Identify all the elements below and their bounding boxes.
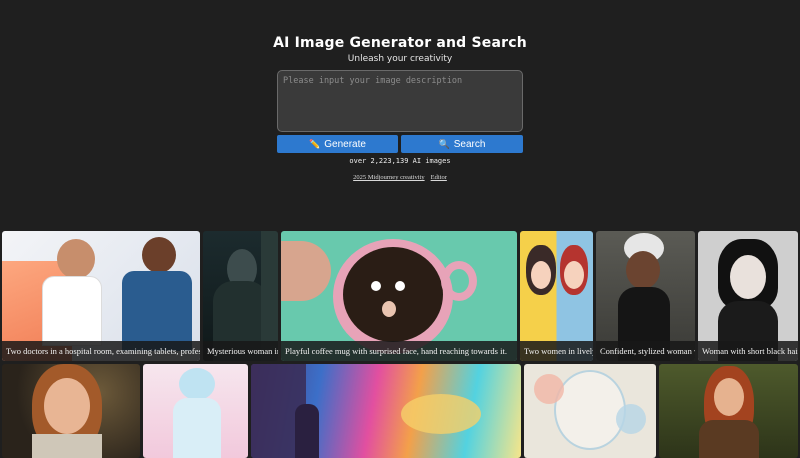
footer-links: 2025 Midjourney creativity Editor xyxy=(0,174,800,181)
image-shape xyxy=(626,251,660,289)
image-shape xyxy=(395,281,405,291)
image-shape xyxy=(730,255,766,299)
image-shape xyxy=(699,420,759,458)
gallery-card-floral-girl[interactable] xyxy=(524,364,656,458)
image-shape xyxy=(343,247,443,342)
image-shape xyxy=(401,394,481,434)
editor-link[interactable]: Editor xyxy=(431,174,447,181)
gallery-caption: Two women in lively xyxy=(520,341,593,361)
image-shape xyxy=(554,370,626,450)
gallery-card-smiling-woman[interactable] xyxy=(2,364,140,458)
image-shape xyxy=(295,404,319,458)
image-shape xyxy=(173,398,221,458)
gallery-card-two-women[interactable]: Two women in lively xyxy=(520,231,593,361)
pencil-icon: ✏️ xyxy=(309,138,321,149)
gallery-caption: Playful coffee mug with surprised face, … xyxy=(281,341,517,361)
gallery-card-black-hair-woman[interactable]: Woman with short black hair xyxy=(698,231,798,361)
image-shape xyxy=(57,239,95,279)
image-shape xyxy=(531,261,551,289)
gallery-caption: Mysterious woman in xyxy=(203,341,278,361)
creativity-link[interactable]: 2025 Midjourney creativity xyxy=(353,174,424,181)
generate-button[interactable]: ✏️ Generate xyxy=(277,135,398,153)
gallery-caption: Two doctors in a hospital room, examinin… xyxy=(2,341,200,361)
image-shape xyxy=(714,378,744,416)
gallery-card-red-hair-warrior[interactable] xyxy=(659,364,798,458)
image-shape xyxy=(42,276,102,346)
image-shape xyxy=(32,434,102,458)
gallery-caption: Woman with short black hair xyxy=(698,341,798,361)
gallery-card-stylized-woman[interactable]: Confident, stylized woman w xyxy=(596,231,695,361)
image-shape xyxy=(616,404,646,434)
image-shape xyxy=(179,368,215,400)
gallery-card-doctors[interactable]: Two doctors in a hospital room, examinin… xyxy=(2,231,200,361)
image-shape xyxy=(44,378,90,434)
page-title: AI Image Generator and Search xyxy=(273,35,527,51)
image-shape xyxy=(441,261,477,301)
search-button-label: Search xyxy=(453,138,486,150)
search-button[interactable]: 🔍 Search xyxy=(401,135,523,153)
image-shape xyxy=(122,271,192,351)
image-shape xyxy=(534,374,564,404)
image-shape xyxy=(371,281,381,291)
gallery-card-robot-toy[interactable] xyxy=(143,364,248,458)
generate-button-label: Generate xyxy=(324,138,366,150)
image-shape xyxy=(281,241,331,301)
gallery-card-mysterious-woman[interactable]: Mysterious woman in xyxy=(203,231,278,361)
gallery-caption: Confident, stylized woman w xyxy=(596,341,695,361)
gallery-card-sunset-sky[interactable] xyxy=(251,364,521,458)
gallery-card-coffee-mug[interactable]: Playful coffee mug with surprised face, … xyxy=(281,231,517,361)
image-count: over 2,223,139 AI images xyxy=(349,157,451,165)
image-shape xyxy=(382,301,396,317)
image-shape xyxy=(142,237,176,273)
page-subtitle: Unleash your creativity xyxy=(347,54,453,64)
prompt-input[interactable] xyxy=(277,70,523,132)
image-shape xyxy=(564,261,584,289)
magnifier-icon: 🔍 xyxy=(438,138,450,149)
